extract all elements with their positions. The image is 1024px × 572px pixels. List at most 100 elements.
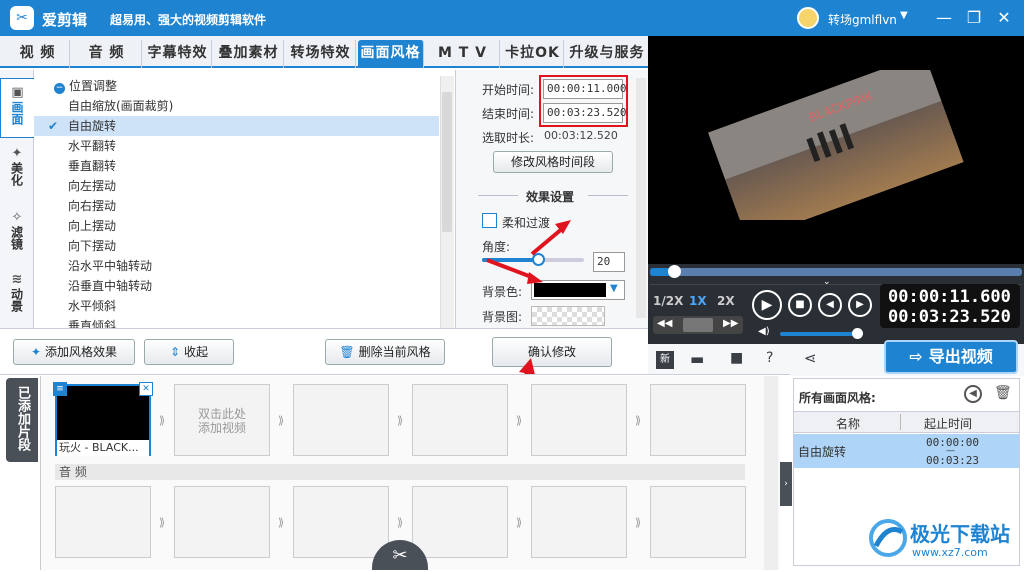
- audio-slot[interactable]: [531, 486, 627, 558]
- export-icon: ⇨: [909, 347, 923, 366]
- collapse-icon[interactable]: −: [54, 83, 65, 94]
- tab-mtv[interactable]: M T V: [426, 40, 500, 68]
- empty-slot[interactable]: [293, 384, 389, 456]
- applied-styles-title: 所有画面风格:: [799, 391, 876, 405]
- list-item[interactable]: 向下摆动: [34, 236, 439, 256]
- progress-knob[interactable]: [668, 265, 681, 278]
- new-project-icon[interactable]: 新: [656, 351, 674, 369]
- speed-double[interactable]: 2X: [717, 294, 735, 308]
- checkmark-icon: ✔: [48, 119, 59, 133]
- list-item[interactable]: 自由缩放(画面裁剪): [34, 96, 439, 116]
- tab-overlay[interactable]: 叠加素材: [214, 40, 284, 68]
- sidetab-beautify[interactable]: ✦ 美化: [0, 140, 34, 200]
- player-controls: ⌄ 1/2X 1X 2X ◀◀ ▶▶ ▶ ■ ◀ ▶ ◀) 00:00:11.6…: [648, 264, 1024, 376]
- list-icon[interactable]: ≡: [53, 382, 67, 396]
- speed-half[interactable]: 1/2X: [653, 294, 683, 308]
- list-item[interactable]: 垂直倾斜: [34, 316, 439, 328]
- volume-knob[interactable]: [852, 328, 863, 339]
- chevron-down-icon[interactable]: ▼: [900, 10, 908, 21]
- collapse-button[interactable]: ⇕ 收起: [144, 339, 234, 365]
- list-item[interactable]: 沿水平中轴转动: [34, 256, 439, 276]
- progress-bar[interactable]: [650, 265, 1022, 278]
- film-icon: ▣: [11, 85, 24, 100]
- volume-icon[interactable]: ◀): [758, 326, 770, 337]
- video-clip[interactable]: ≡ ✕ 玩火 - BLACK...: [53, 382, 153, 456]
- save-icon[interactable]: ■: [730, 350, 743, 366]
- delete-style-button[interactable]: 🗑 删除当前风格: [325, 339, 445, 365]
- help-icon[interactable]: ?: [766, 350, 773, 366]
- tab-transition[interactable]: 转场特效: [286, 40, 356, 68]
- volume-slider[interactable]: [780, 328, 863, 339]
- divider: [478, 195, 518, 196]
- list-item-label: 自由旋转: [68, 119, 117, 133]
- audio-slot[interactable]: [412, 486, 508, 558]
- list-item[interactable]: 向右摆动: [34, 196, 439, 216]
- duration-label: 选取时长:: [482, 131, 535, 145]
- close-icon[interactable]: ✕: [992, 6, 1016, 30]
- list-item[interactable]: 垂直翻转: [34, 156, 439, 176]
- export-video-button[interactable]: ⇨ 导出视频: [884, 340, 1018, 374]
- empty-slot[interactable]: [531, 384, 627, 456]
- rewind-icon[interactable]: ◀◀: [657, 318, 672, 329]
- folder-icon[interactable]: ▬: [690, 350, 704, 368]
- audio-slot[interactable]: [174, 486, 270, 558]
- tab-audio[interactable]: 音 频: [72, 40, 142, 68]
- modify-time-button[interactable]: 修改风格时间段: [493, 151, 613, 173]
- maximize-icon[interactable]: ❐: [962, 6, 986, 30]
- sidetab-filter[interactable]: ✧ 滤镜: [0, 204, 34, 264]
- forward-icon[interactable]: ▶▶: [723, 318, 738, 329]
- speed-normal[interactable]: 1X: [689, 294, 707, 308]
- empty-slot[interactable]: [412, 384, 508, 456]
- share-icon[interactable]: ⋖: [804, 349, 817, 367]
- jog-wheel[interactable]: ◀◀ ▶▶: [653, 316, 743, 334]
- list-group-header[interactable]: − 位置调整: [34, 76, 439, 96]
- tab-karaoke[interactable]: 卡拉OK: [502, 40, 564, 68]
- sidetab-picture[interactable]: ▣ 画面: [0, 78, 34, 138]
- list-item[interactable]: 沿垂直中轴转动: [34, 276, 439, 296]
- sidetab-label: 美化: [9, 162, 24, 186]
- add-style-button[interactable]: ✦ 添加风格效果: [13, 339, 135, 365]
- list-item[interactable]: 向上摆动: [34, 216, 439, 236]
- audio-slot[interactable]: [293, 486, 389, 558]
- sidetab-motion[interactable]: ≋ 动景: [0, 266, 34, 326]
- back-icon[interactable]: ◀: [964, 385, 982, 403]
- end-time-label: 结束时间:: [482, 107, 535, 121]
- minimize-icon[interactable]: —: [932, 6, 956, 30]
- list-item[interactable]: 水平倾斜: [34, 296, 439, 316]
- list-item[interactable]: 水平翻转: [34, 136, 439, 156]
- username[interactable]: 转场gmlflvn: [828, 11, 897, 28]
- play-icon[interactable]: ▶: [752, 290, 782, 320]
- scrollbar-thumb[interactable]: [442, 92, 452, 232]
- audio-slot[interactable]: [55, 486, 151, 558]
- row-name: 自由旋转: [798, 445, 847, 459]
- end-time-input[interactable]: 00:03:23.520: [543, 103, 626, 123]
- user-avatar[interactable]: [797, 7, 819, 29]
- tab-subtitle[interactable]: 字幕特效: [144, 40, 212, 68]
- close-icon[interactable]: ✕: [139, 382, 153, 396]
- expand-panel-icon[interactable]: ›: [780, 462, 792, 506]
- added-clips-tab[interactable]: 已添加片段: [6, 378, 38, 462]
- trash-icon[interactable]: 🗑: [994, 385, 1012, 401]
- tab-video[interactable]: 视 频: [6, 40, 70, 68]
- timeline-scrollbar[interactable]: [764, 376, 778, 570]
- tab-picture-style[interactable]: 画面风格: [358, 40, 424, 68]
- stop-icon[interactable]: ■: [788, 293, 812, 317]
- divider: [588, 195, 628, 196]
- list-item[interactable]: 向左摆动: [34, 176, 439, 196]
- tab-upgrade[interactable]: 升级与服务: [566, 40, 648, 68]
- divider: [900, 414, 901, 430]
- collapse-icon: ⇕: [169, 345, 181, 359]
- audio-track-label: 音 频: [55, 464, 745, 480]
- audio-slot[interactable]: [650, 486, 746, 558]
- sidetab-label: 动景: [9, 288, 24, 312]
- prev-frame-icon[interactable]: ◀: [818, 293, 842, 317]
- main-tabs: 视 频 音 频 字幕特效 叠加素材 转场特效 画面风格 M T V 卡拉OK 升…: [0, 36, 648, 68]
- next-frame-icon[interactable]: ▶: [848, 293, 872, 317]
- jog-knob[interactable]: [683, 318, 713, 332]
- table-row[interactable]: 自由旋转 00:00:00 — 00:03:23: [794, 434, 1019, 468]
- empty-slot[interactable]: [650, 384, 746, 456]
- total-time: 00:03:23.520: [888, 307, 1011, 327]
- list-item-selected[interactable]: ✔ 自由旋转: [34, 116, 439, 136]
- chevron-down-icon[interactable]: ⌄: [823, 277, 831, 287]
- empty-clip-slot[interactable]: 双击此处 添加视频: [174, 384, 270, 456]
